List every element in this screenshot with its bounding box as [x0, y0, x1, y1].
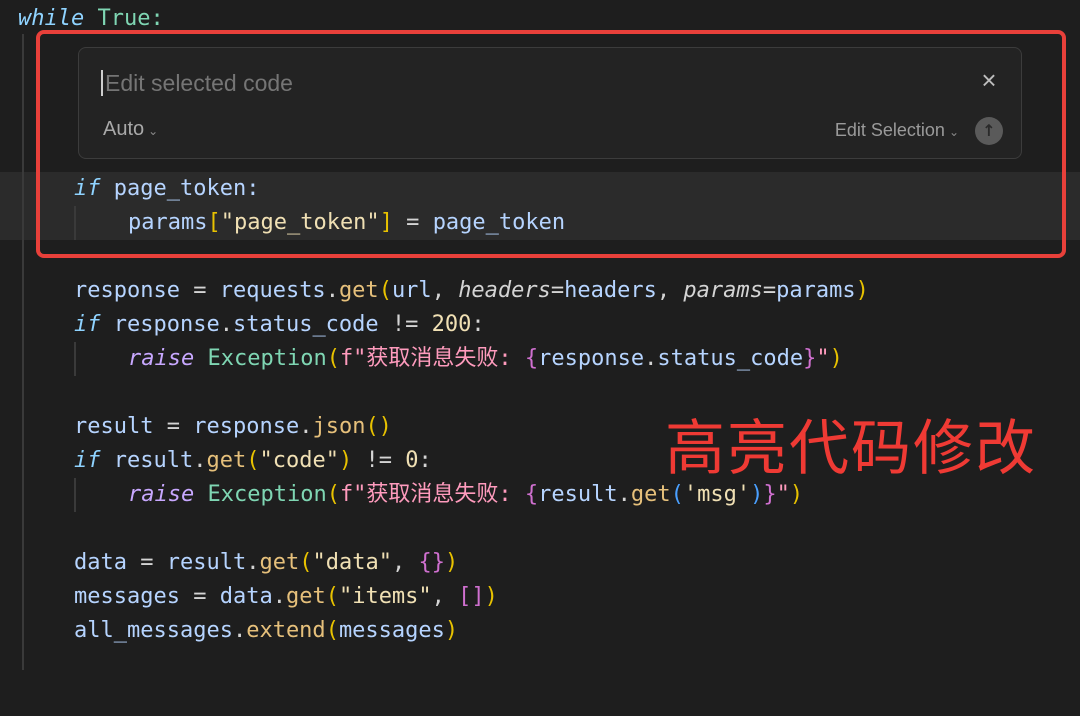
code-token: .	[232, 618, 247, 643]
code-token: .	[219, 312, 233, 337]
code-token: =	[179, 278, 220, 303]
code-token: !=	[378, 312, 432, 337]
code-token: ,	[431, 278, 459, 303]
code-token: result	[166, 550, 247, 575]
code-token: }	[803, 346, 817, 371]
code-token: status_code	[657, 346, 804, 371]
keyword: if	[74, 312, 101, 337]
code-token: .	[246, 550, 260, 575]
code-token: "data"	[312, 550, 392, 575]
code-token: Exception	[194, 482, 327, 507]
code-token: "	[816, 346, 830, 371]
code-token: headers	[458, 278, 551, 303]
code-token: (	[326, 346, 340, 371]
code-token: data	[74, 550, 127, 575]
code-token: extend	[246, 618, 326, 643]
code-token: []	[458, 584, 485, 609]
code-token: 200	[431, 312, 472, 337]
code-token: .	[644, 346, 658, 371]
code-token: response	[193, 414, 300, 439]
highlight-annotation-box	[36, 30, 1066, 258]
code-token: json	[312, 414, 366, 439]
code-token: data	[219, 584, 273, 609]
code-token: requests	[219, 278, 326, 303]
code-token: (	[325, 584, 339, 609]
code-token: =	[179, 584, 220, 609]
code-token: f"获取消息失败:	[339, 482, 525, 507]
code-token: =	[550, 278, 565, 303]
code-token: {	[524, 346, 539, 371]
code-line-extend[interactable]: all_messages.extend(messages)	[0, 614, 1080, 648]
code-token: headers	[564, 278, 657, 303]
annotation-label: 高亮代码修改	[665, 414, 1037, 484]
code-token: (	[325, 618, 339, 643]
code-token: ,	[431, 584, 459, 609]
code-token: .	[272, 584, 286, 609]
code-token: :	[418, 448, 432, 473]
code-token: .	[617, 482, 631, 507]
code-token: )	[444, 550, 459, 575]
keyword: while	[18, 6, 85, 31]
code-token: .	[193, 448, 207, 473]
code-token: =	[153, 414, 194, 439]
code-token: get	[338, 278, 379, 303]
code-token: :	[471, 312, 485, 337]
code-token: result	[74, 414, 154, 439]
code-token: (	[326, 482, 340, 507]
code-token: get	[259, 550, 300, 575]
code-token: 0	[405, 448, 419, 473]
code-token: {}	[418, 550, 445, 575]
code-token: messages	[338, 618, 445, 643]
code-token: result	[538, 482, 618, 507]
code-token: response	[100, 312, 220, 337]
code-token: ,	[391, 550, 419, 575]
code-token: )	[855, 278, 869, 303]
code-token: params	[776, 278, 856, 303]
code-token: status_code	[232, 312, 379, 337]
code-token: response	[538, 346, 645, 371]
code-token: =	[762, 278, 777, 303]
code-token: response	[74, 278, 180, 303]
code-token: "items"	[338, 584, 432, 609]
code-token: (	[246, 448, 260, 473]
code-token: "code"	[259, 448, 339, 473]
code-token: params	[683, 278, 763, 303]
code-token: ,	[656, 278, 684, 303]
code-token: result	[100, 448, 194, 473]
keyword: if	[74, 448, 101, 473]
code-token: .	[299, 414, 313, 439]
code-token: )	[829, 346, 843, 371]
code-line-data[interactable]: data = result.get("data", {})	[0, 546, 1080, 580]
code-token: {	[524, 482, 539, 507]
code-token: get	[206, 448, 247, 473]
code-line-messages[interactable]: messages = data.get("items", [])	[0, 580, 1080, 614]
keyword: raise	[128, 482, 195, 507]
code-token: .	[325, 278, 339, 303]
code-line-response[interactable]: response = requests.get(url, headers=hea…	[0, 274, 1080, 308]
code-token: f"获取消息失败:	[339, 346, 525, 371]
code-line-raise-status[interactable]: raise Exception(f"获取消息失败: {response.stat…	[0, 342, 1080, 376]
code-line-if-status[interactable]: if response.status_code != 200:	[0, 308, 1080, 342]
code-token: =	[126, 550, 167, 575]
keyword: raise	[128, 346, 195, 371]
code-token: (	[378, 278, 392, 303]
code-token: )	[444, 618, 459, 643]
code-token: )	[338, 448, 353, 473]
code-token: ()	[365, 414, 392, 439]
code-token: get	[285, 584, 326, 609]
code-token: (	[299, 550, 313, 575]
code-token: !=	[352, 448, 406, 473]
code-token: True:	[84, 6, 164, 31]
code-token: )	[484, 584, 498, 609]
code-token: Exception	[194, 346, 327, 371]
code-token: messages	[74, 584, 180, 609]
code-token: url	[391, 278, 432, 303]
code-token: all_messages	[74, 618, 233, 643]
